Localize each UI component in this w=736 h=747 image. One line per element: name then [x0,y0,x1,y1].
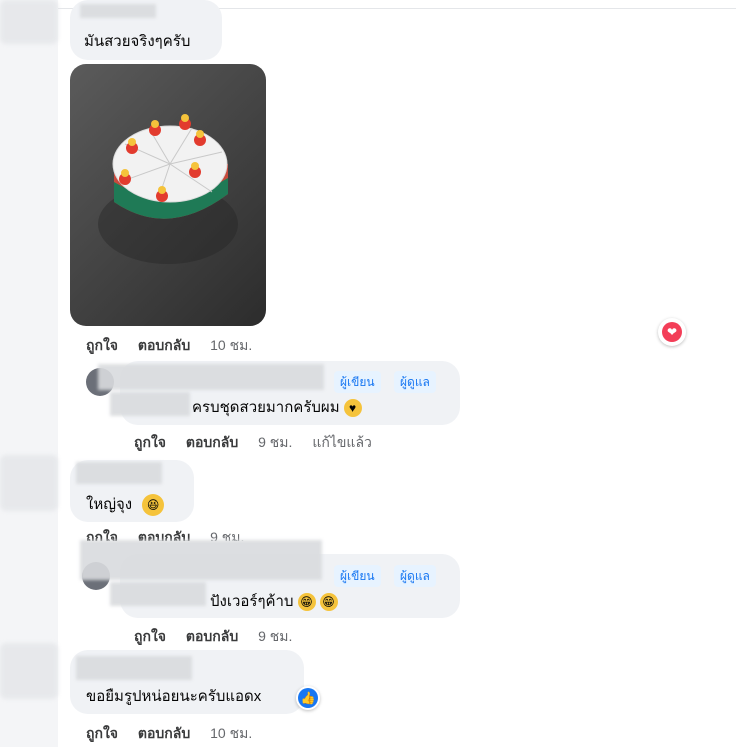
like-link[interactable]: ถูกใจ [134,432,166,454]
author-badge: ผู้เขียน [334,565,381,587]
like-link[interactable]: ถูกใจ [86,723,118,745]
author-badge: ผู้เขียน [334,371,381,393]
comment-text: มันสวยจริงๆครับ [84,33,191,50]
like-link[interactable]: ถูกใจ [134,626,166,648]
timestamp[interactable]: 9 ชม. [210,527,244,541]
comment-photo[interactable] [70,64,266,326]
comment-text: ครบชุดสวยมากครับผม ♥ [192,398,362,418]
blurred-avatar [0,455,58,511]
comment-text: ใหญ่จุง 😆 [86,494,165,516]
left-gutter [0,0,58,747]
edited-label: แก้ไขแล้ว [312,434,372,450]
blurred-avatar [0,0,58,44]
reply-link[interactable]: ตอบกลับ [138,335,190,357]
love-reaction[interactable]: ❤ [658,318,686,346]
timestamp[interactable]: 10 ชม. [210,723,252,745]
like-link[interactable]: ถูกใจ [86,527,118,541]
timestamp[interactable]: 10 ชม. [210,335,252,357]
comment-actions: ถูกใจ ตอบกลับ 9 ชม. [86,527,260,541]
smiling-hearts-emoji-icon: ♥ [343,399,362,418]
comment-bubble: มันสวยจริงๆครับ [70,0,222,60]
admin-badge: ผู้ดูแล [394,565,436,587]
comment-actions: ถูกใจ ตอบกลับ 10 ชม. [86,335,268,357]
comment-actions: ถูกใจ ตอบกลับ 9 ชม. แก้ไขแล้ว [134,432,388,454]
comment-actions: ถูกใจ ตอบกลับ 9 ชม. [134,626,308,648]
blurred-name [76,462,162,484]
reply-link[interactable]: ตอบกลับ [138,723,190,745]
timestamp[interactable]: 9 ชม. [258,432,292,454]
blurred-name [110,582,206,606]
like-reaction[interactable]: 👍 [296,686,320,710]
admin-badge: ผู้ดูแล [394,371,436,393]
thumbs-up-icon: 👍 [298,688,318,708]
reply-link[interactable]: ตอบกลับ [186,626,238,648]
cake-toy-image [98,114,238,264]
comment-actions: ถูกใจ ตอบกลับ 10 ชม. [86,723,268,745]
like-link[interactable]: ถูกใจ [86,335,118,357]
blurred-name [80,540,322,580]
reply-link[interactable]: ตอบกลับ [138,527,190,541]
reply-link[interactable]: ตอบกลับ [186,432,238,454]
grinning-emoji-icon: 😁 [319,593,338,612]
blurred-name [98,364,324,390]
laughing-emoji-icon: 😆 [142,494,165,516]
grinning-emoji-icon: 😁 [297,593,316,612]
heart-icon: ❤ [662,322,682,342]
comment-text: ขอยืมรูปหน่อยนะครับแอดx [86,688,262,705]
comment-text: ปังเวอร์ๆค้าบ 😁 😁 [210,592,338,612]
blurred-name [76,656,192,680]
timestamp[interactable]: 9 ชม. [258,626,292,648]
blurred-name [110,392,190,416]
blurred-name [80,4,156,18]
blurred-avatar [0,643,58,699]
